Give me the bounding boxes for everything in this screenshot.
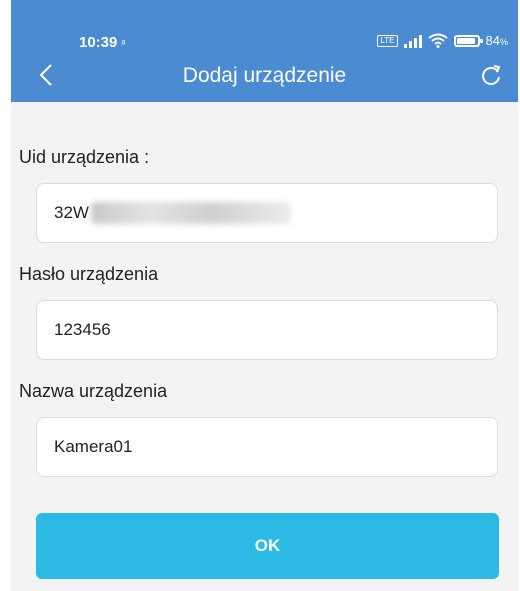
redacted-area [90, 202, 291, 224]
app-header: 10:39 ᵃ LTE 84% Dodaj urządzenie [11, 0, 518, 102]
uid-label: Uid urządzenia : [19, 147, 150, 167]
app-screen: 10:39 ᵃ LTE 84% Dodaj urządzenie Uid urzą… [11, 0, 518, 591]
uid-value: 32W [54, 203, 89, 222]
battery-percent: 84% [486, 33, 508, 48]
device-name-value: Kamera01 [54, 437, 133, 456]
status-icons: LTE 84% [377, 33, 508, 48]
status-time-text: 10:39 [79, 34, 118, 51]
ok-button[interactable]: OK [36, 513, 499, 579]
signal-icon [403, 34, 422, 48]
lte-badge: LTE [377, 34, 398, 47]
battery-unit: % [499, 37, 508, 47]
battery-icon [453, 34, 483, 47]
refresh-button[interactable] [476, 60, 506, 90]
form-content: Uid urządzenia : 32W Hasło urządzenia 12… [11, 102, 518, 591]
refresh-icon [482, 65, 501, 85]
device-name-label: Nazwa urządzenia [19, 381, 168, 401]
wifi-icon [427, 33, 448, 48]
sync-icon: ᵃ [121, 38, 126, 50]
page-title: Dodaj urządzenie [182, 64, 347, 87]
uid-input[interactable]: 32W [36, 183, 498, 243]
status-time: 10:39 ᵃ [79, 34, 125, 51]
battery-level-text: 84 [485, 33, 500, 48]
device-name-input[interactable]: Kamera01 [36, 417, 498, 477]
password-input[interactable]: 123456 [36, 300, 498, 360]
password-label: Hasło urządzenia [19, 264, 159, 284]
password-value: 123456 [54, 320, 111, 339]
